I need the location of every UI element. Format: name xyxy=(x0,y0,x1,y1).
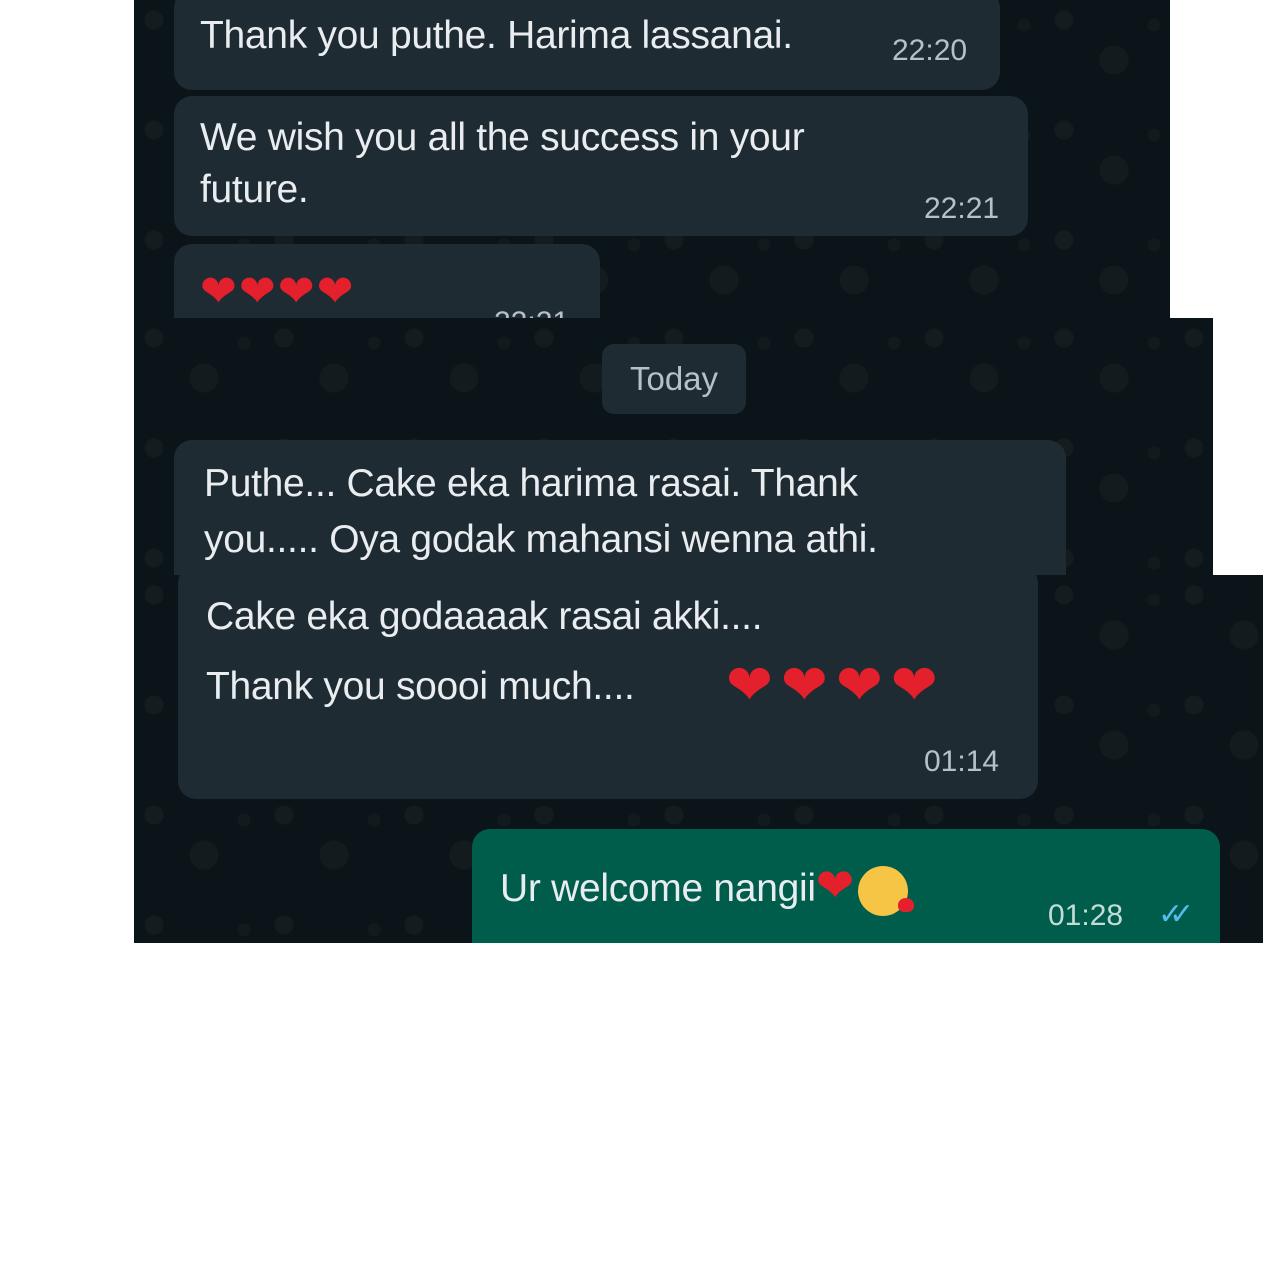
incoming-message[interactable]: Thank you puthe. Harima lassanai. 22:20 xyxy=(174,0,1000,90)
date-separator: Today xyxy=(602,344,746,414)
incoming-message[interactable]: Cake eka godaaaak rasai akki.... Thank y… xyxy=(178,575,1038,799)
message-text-line-1: We wish you all the success in your xyxy=(200,116,805,159)
message-time: 22:20 xyxy=(892,34,968,67)
heart-emojis: ❤❤❤❤ xyxy=(726,653,946,716)
double-check-icon: ✓✓ xyxy=(1158,898,1194,931)
incoming-message[interactable]: Puthe... Cake eka harima rasai. Thank yo… xyxy=(174,440,1066,575)
message-text-line-2: you..... Oya godak mahansi wenna athi. xyxy=(204,518,878,561)
incoming-message[interactable]: ❤❤❤❤ 22:21 xyxy=(174,244,600,318)
message-text: Thank you puthe. Harima lassanai. xyxy=(200,14,793,57)
chat-screenshot-segment-3: Cake eka godaaaak rasai akki.... Thank y… xyxy=(134,575,1263,943)
message-text-line-2: Thank you soooi much.... xyxy=(206,665,635,708)
outgoing-message[interactable]: Ur welcome nangii❤ 01:28 ✓✓ xyxy=(472,829,1220,943)
message-text: Ur welcome nangii❤ xyxy=(500,859,914,916)
heart-emojis: ❤❤❤❤ xyxy=(200,267,356,316)
heart-emoji: ❤ xyxy=(815,859,855,911)
incoming-message[interactable]: We wish you all the success in your futu… xyxy=(174,96,1028,236)
message-time: 22:21 xyxy=(494,306,569,318)
face-blowing-kiss-emoji-icon xyxy=(857,865,914,916)
message-text-line-1: Cake eka godaaaak rasai akki.... xyxy=(206,595,763,638)
message-time: 01:28 xyxy=(1048,899,1124,932)
message-text-line-2: future. xyxy=(200,168,309,211)
chat-screenshot-segment-2: Today Puthe... Cake eka harima rasai. Th… xyxy=(134,318,1213,575)
message-time: 01:14 xyxy=(924,745,1000,778)
chat-screenshot-segment-1: Thank you puthe. Harima lassanai. 22:20 … xyxy=(134,0,1170,318)
message-time: 22:21 xyxy=(924,192,1000,225)
message-text-content: Ur welcome nangii xyxy=(500,867,816,910)
message-text-line-1: Puthe... Cake eka harima rasai. Thank xyxy=(204,462,858,505)
